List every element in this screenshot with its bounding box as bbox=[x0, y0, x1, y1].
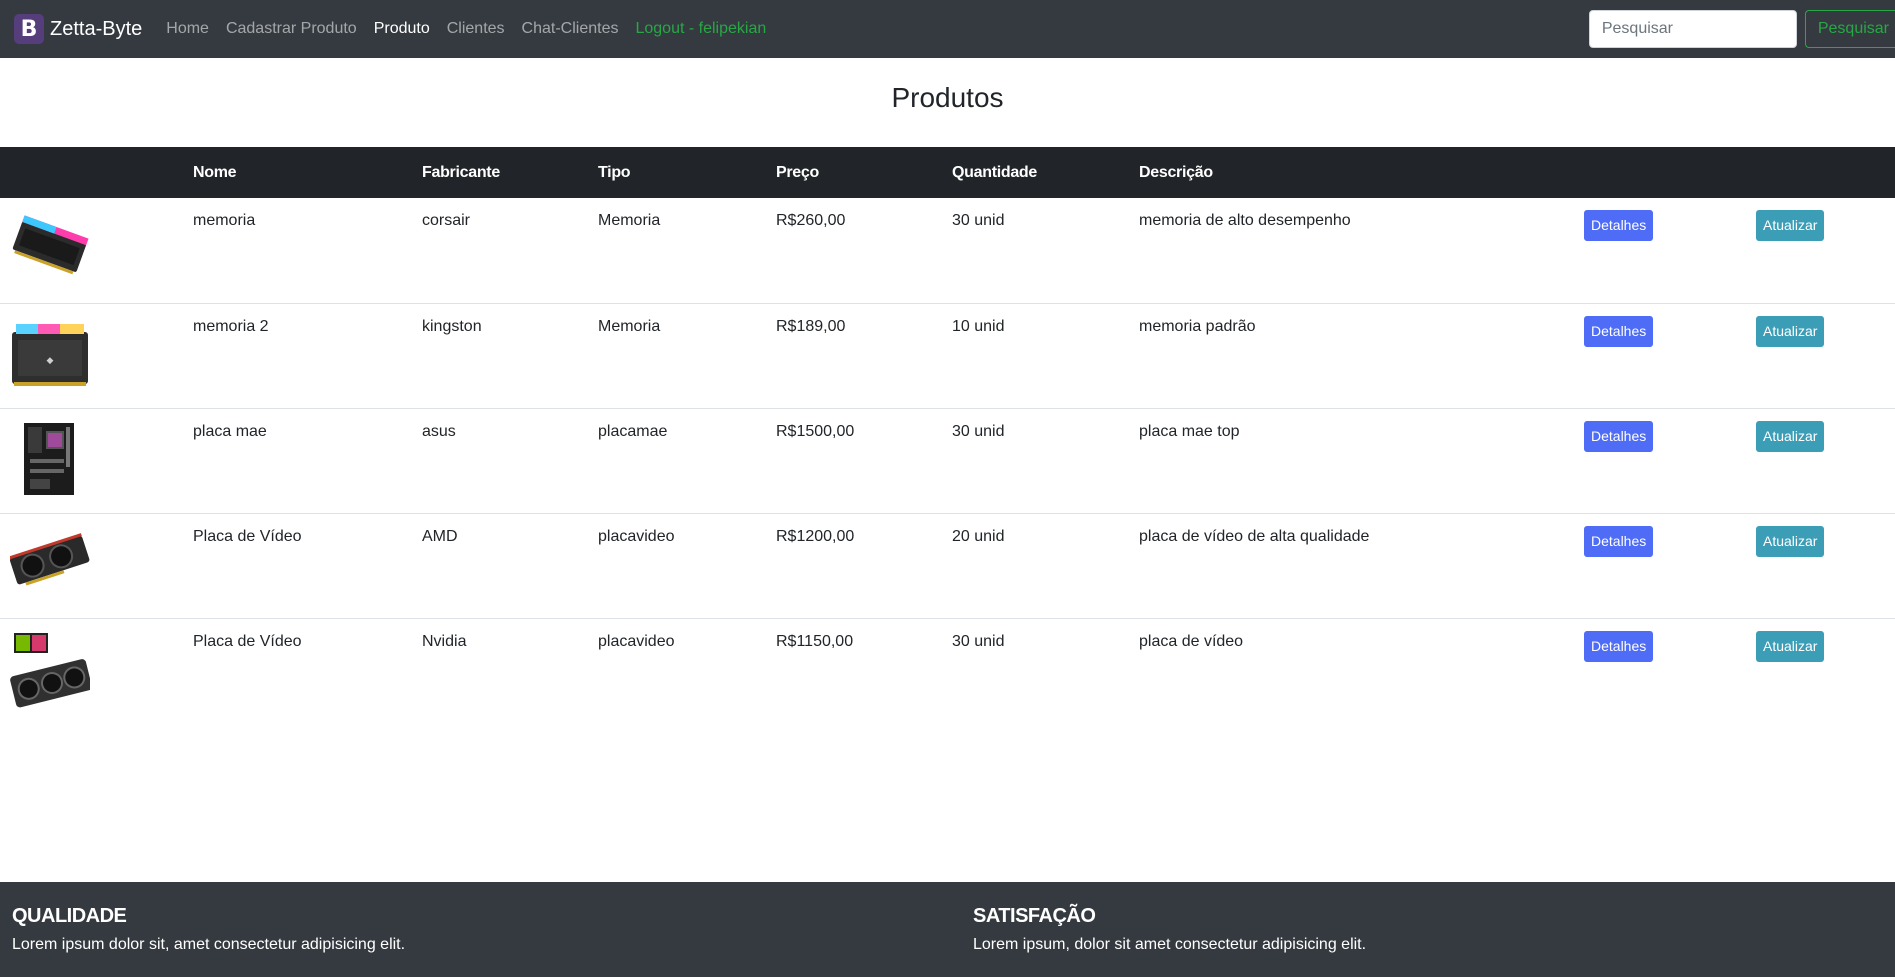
footer: QUALIDADE Lorem ipsum dolor sit, amet co… bbox=[0, 882, 1895, 977]
header-details bbox=[1572, 147, 1744, 198]
nav-link-logout[interactable]: Logout - felipekian bbox=[635, 20, 766, 38]
cell-quantidade: 30 unid bbox=[940, 407, 1127, 513]
table-header-row: Nome Fabricante Tipo Preço Quantidade De… bbox=[0, 147, 1895, 198]
ram-rgb-icon bbox=[12, 215, 89, 275]
footer-quality-title: QUALIDADE bbox=[12, 905, 127, 927]
cell-tipo: Memoria bbox=[598, 212, 661, 229]
cell-preco: R$1200,00 bbox=[764, 512, 940, 618]
cell-tipo: placavideo bbox=[586, 617, 764, 723]
header-fabricante: Fabricante bbox=[422, 163, 500, 181]
cell-quantidade: 20 unid bbox=[940, 512, 1127, 618]
cell-details: Detalhes bbox=[1572, 302, 1744, 408]
cell-details: Detalhes bbox=[1572, 407, 1744, 513]
nav-link-produto[interactable]: Produto bbox=[374, 20, 430, 38]
cell-quantidade: 30 unid bbox=[952, 212, 1005, 229]
header-nome: Nome bbox=[193, 163, 237, 181]
cell-update: Atualizar bbox=[1744, 407, 1895, 513]
brand[interactable]: B Zetta-Byte bbox=[14, 14, 142, 44]
product-image-cell bbox=[0, 617, 181, 723]
cell-nome: memoria 2 bbox=[181, 302, 410, 408]
product-image-cell bbox=[0, 198, 181, 303]
footer-satisfaction-title: SATISFAÇÃO bbox=[973, 905, 1096, 927]
cell-update: Atualizar bbox=[1744, 198, 1895, 303]
footer-quality: QUALIDADE Lorem ipsum dolor sit, amet co… bbox=[12, 905, 405, 954]
gpu-amd-icon bbox=[8, 532, 90, 585]
footer-satisfaction-text: Lorem ipsum, dolor sit amet consectetur … bbox=[973, 936, 1367, 953]
brand-logo-icon: B bbox=[14, 14, 44, 44]
cell-preco: R$260,00 bbox=[776, 212, 846, 229]
details-button[interactable]: Detalhes bbox=[1584, 315, 1654, 347]
cell-update: Atualizar bbox=[1744, 512, 1895, 618]
product-image-cell bbox=[0, 407, 181, 513]
search-button[interactable]: Pesquisar bbox=[1804, 10, 1895, 48]
cell-nome: memoria bbox=[193, 212, 256, 229]
header-image bbox=[0, 147, 181, 198]
cell-fabricante: kingston bbox=[410, 302, 586, 408]
nav-link-chat-clientes[interactable]: Chat-Clientes bbox=[522, 20, 619, 38]
cell-tipo: placavideo bbox=[586, 512, 764, 618]
motherboard-icon bbox=[24, 422, 74, 495]
navbar: B Zetta-Byte Home Cadastrar Produto Prod… bbox=[0, 0, 1895, 58]
product-image-cell: ◆ bbox=[0, 302, 181, 408]
ram-corsair-icon: ◆ bbox=[12, 323, 88, 386]
cell-fabricante: AMD bbox=[410, 512, 586, 618]
table-row: ◆ memoria 2 kingston Memoria R$189,00 10… bbox=[0, 302, 1895, 408]
cell-details: Detalhes bbox=[1572, 512, 1744, 618]
header-update bbox=[1744, 147, 1895, 198]
cell-nome: Placa de Vídeo bbox=[181, 617, 410, 723]
cell-fabricante: corsair bbox=[422, 212, 471, 229]
cell-details: Detalhes bbox=[1572, 617, 1744, 723]
update-button[interactable]: Atualizar bbox=[1756, 630, 1825, 662]
details-button[interactable]: Detalhes bbox=[1584, 210, 1654, 241]
cell-preco: R$189,00 bbox=[764, 302, 940, 408]
header-tipo: Tipo bbox=[598, 163, 631, 181]
header-descricao: Descrição bbox=[1139, 163, 1213, 181]
table-row: placa mae asus placamae R$1500,00 30 uni… bbox=[0, 407, 1895, 513]
update-button[interactable]: Atualizar bbox=[1756, 525, 1825, 557]
footer-satisfaction: SATISFAÇÃO Lorem ipsum, dolor sit amet c… bbox=[973, 905, 1366, 954]
cell-details: Detalhes bbox=[1572, 198, 1744, 303]
nav-link-cadastrar-produto[interactable]: Cadastrar Produto bbox=[226, 20, 357, 38]
nav-link-clientes[interactable]: Clientes bbox=[447, 20, 505, 38]
table-row: memoria corsair Memoria R$260,00 30 unid… bbox=[0, 198, 1895, 303]
nav-link-home[interactable]: Home bbox=[166, 20, 209, 38]
details-button[interactable]: Detalhes bbox=[1584, 630, 1654, 662]
table-row: Placa de Vídeo Nvidia placavideo R$1150,… bbox=[0, 617, 1895, 723]
cell-nome: Placa de Vídeo bbox=[181, 512, 410, 618]
products-table: Nome Fabricante Tipo Preço Quantidade De… bbox=[0, 147, 1895, 723]
update-button[interactable]: Atualizar bbox=[1756, 420, 1825, 452]
update-button[interactable]: Atualizar bbox=[1756, 315, 1825, 347]
brand-name[interactable]: Zetta-Byte bbox=[50, 18, 142, 41]
header-preco: Preço bbox=[776, 163, 819, 181]
cell-update: Atualizar bbox=[1744, 617, 1895, 723]
gpu-nvidia-icon bbox=[10, 632, 92, 707]
cell-descricao: memoria padrão bbox=[1127, 302, 1572, 408]
search-input[interactable] bbox=[1588, 10, 1797, 48]
page-title: Produtos bbox=[891, 82, 1004, 113]
cell-descricao: placa de vídeo de alta qualidade bbox=[1127, 512, 1572, 618]
footer-quality-text: Lorem ipsum dolor sit, amet consectetur … bbox=[12, 936, 406, 953]
update-button[interactable]: Atualizar bbox=[1756, 210, 1825, 241]
details-button[interactable]: Detalhes bbox=[1584, 525, 1654, 557]
cell-preco: R$1500,00 bbox=[764, 407, 940, 513]
cell-tipo: Memoria bbox=[586, 302, 764, 408]
header-quantidade: Quantidade bbox=[952, 163, 1038, 181]
cell-descricao: placa mae top bbox=[1127, 407, 1572, 513]
cell-nome: placa mae bbox=[181, 407, 410, 513]
svg-text:◆: ◆ bbox=[47, 356, 54, 366]
product-image-cell bbox=[0, 512, 181, 618]
cell-quantidade: 30 unid bbox=[940, 617, 1127, 723]
cell-descricao: placa de vídeo bbox=[1127, 617, 1572, 723]
search-form: Pesquisar bbox=[1588, 10, 1895, 48]
cell-update: Atualizar bbox=[1744, 302, 1895, 408]
cell-descricao: memoria de alto desempenho bbox=[1139, 212, 1351, 229]
details-button[interactable]: Detalhes bbox=[1584, 420, 1654, 452]
cell-tipo: placamae bbox=[586, 407, 764, 513]
cell-fabricante: Nvidia bbox=[410, 617, 586, 723]
cell-fabricante: asus bbox=[410, 407, 586, 513]
cell-quantidade: 10 unid bbox=[940, 302, 1127, 408]
cell-preco: R$1150,00 bbox=[764, 617, 940, 723]
table-row: Placa de Vídeo AMD placavideo R$1200,00 … bbox=[0, 512, 1895, 618]
